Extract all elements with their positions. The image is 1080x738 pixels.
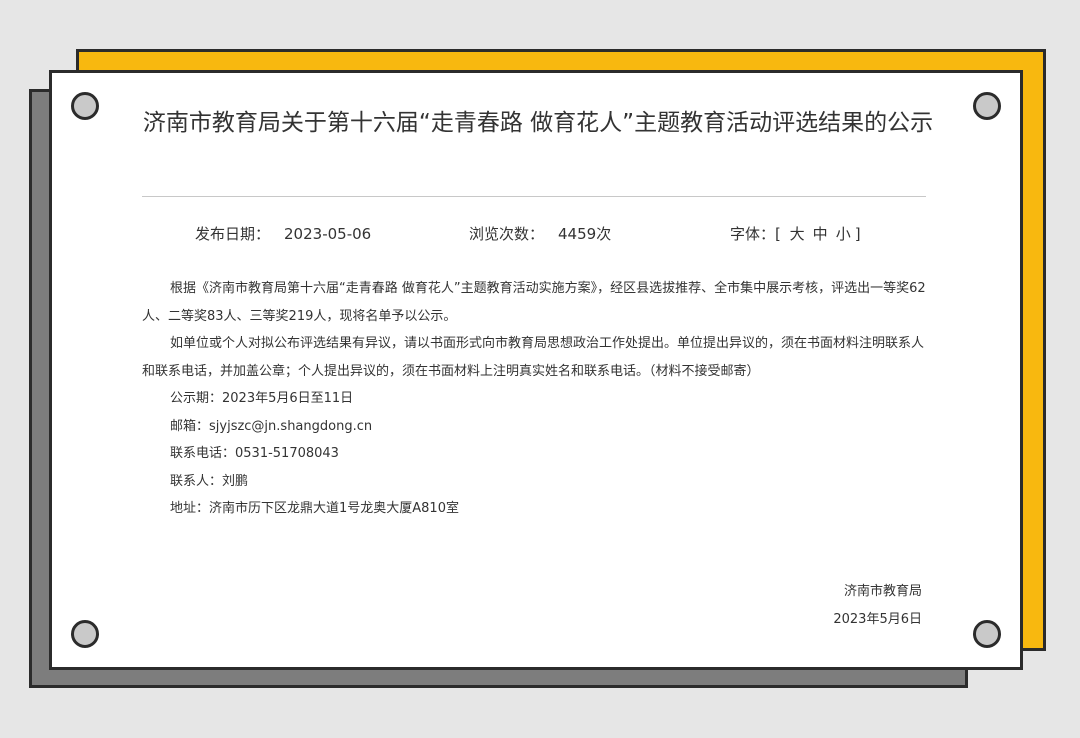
contact-person: 联系人：刘鹏 (170, 473, 249, 489)
view-count: 浏览次数： 4459次 (469, 223, 611, 244)
bolt-icon (71, 92, 99, 120)
font-small-button[interactable]: 小 (836, 225, 851, 243)
contact-phone: 联系电话：0531-51708043 (170, 446, 339, 461)
contact-email: 邮箱：sjyjszc@jn.shangdong.cn (170, 418, 373, 434)
font-bracket-open: [ (775, 225, 781, 243)
font-medium-button[interactable]: 中 (813, 225, 828, 243)
signature-org: 济南市教育局 (843, 584, 922, 599)
bolt-icon (973, 620, 1001, 648)
view-count-value: 4459次 (558, 225, 612, 243)
body-paragraph: 根据《济南市教育局第十六届“走青春路 做育花人”主题教育活动实施方案》，经区县选… (142, 281, 926, 324)
font-bracket-close: ] (854, 225, 861, 243)
font-size-label: 字体： (730, 225, 776, 243)
body-paragraph: 如单位或个人对拟公布评选结果有异议，请以书面形式向市教育局思想政治工作处提出。单… (142, 336, 925, 379)
publish-date-label: 发布日期： (195, 225, 271, 243)
bolt-icon (71, 620, 99, 648)
font-large-button[interactable]: 大 (790, 225, 805, 243)
publish-date-value: 2023-05-06 (284, 225, 372, 243)
publish-date: 发布日期： 2023-05-06 (195, 223, 371, 244)
contact-address: 地址：济南市历下区龙鼎大道1号龙奥大厦A810室 (170, 501, 459, 516)
view-count-label: 浏览次数： (469, 225, 545, 243)
notice-card: 济南市教育局关于第十六届“走青春路 做育花人”主题教育活动评选结果的公示 发布日… (49, 70, 1023, 670)
font-size-selector: 字体：[ 大中小] (730, 223, 861, 244)
page-title: 济南市教育局关于第十六届“走青春路 做育花人”主题教育活动评选结果的公示 (142, 110, 934, 136)
notice-body: 根据《济南市教育局第十六届“走青春路 做育花人”主题教育活动实施方案》，经区县选… (142, 275, 926, 523)
bolt-icon (973, 92, 1001, 120)
publicity-period: 公示期：2023年5月6日至11日 (170, 391, 354, 406)
title-divider (142, 196, 926, 197)
signature-date: 2023年5月6日 (833, 612, 922, 627)
